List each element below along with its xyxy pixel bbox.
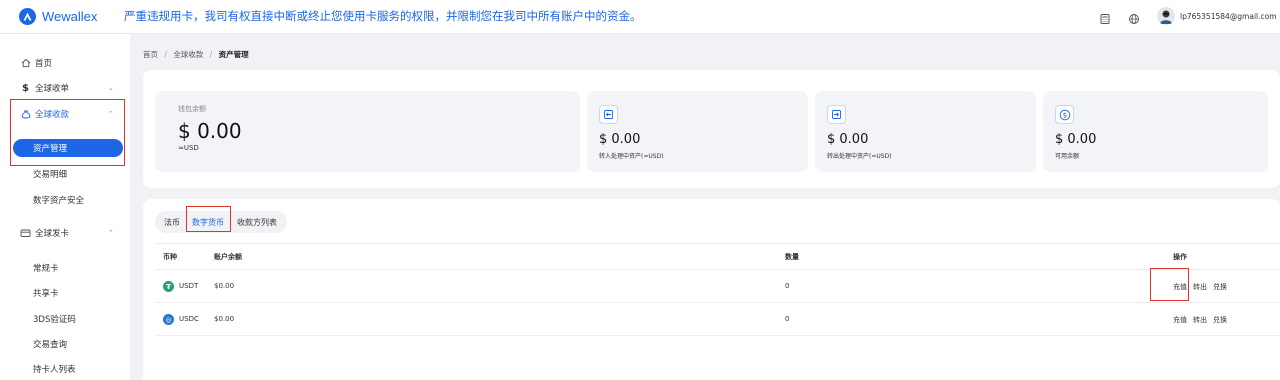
sidebar-item-label: 全球收单 — [35, 84, 70, 94]
tab-payee-list[interactable]: 收款方列表 — [237, 217, 277, 228]
column-header-currency: 币种 — [163, 253, 177, 261]
sidebar-item-label: 首页 — [35, 59, 53, 69]
card-icon — [20, 228, 31, 239]
logo[interactable]: Wewallex — [19, 7, 97, 25]
sidebar: 首页 $ 全球收单 ⌄ 全球收款 ⌃ 资产管理 交易明细 数字资产安全 全球发卡… — [0, 34, 130, 380]
column-header-quantity: 数量 — [785, 253, 799, 261]
transfer-out-card: $ 0.00 转出处理中资产(≈USD) — [815, 91, 1036, 172]
sidebar-item-regular-card[interactable]: 常规卡 — [33, 262, 59, 274]
transfer-out-icon — [827, 105, 846, 124]
transfer-out-button[interactable]: 转出 — [1193, 282, 1207, 292]
dollar-circle-icon: $ — [1055, 105, 1074, 124]
calculator-icon[interactable] — [1099, 10, 1111, 24]
column-header-balance: 账户余额 — [214, 253, 242, 261]
chevron-down-icon: ⌄ — [108, 84, 114, 92]
home-icon — [20, 58, 31, 69]
sidebar-item-shared-card[interactable]: 共享卡 — [33, 287, 59, 299]
sidebar-item-3ds-code[interactable]: 3DS验证码 — [33, 313, 76, 325]
top-bar: Wewallex 严重违规用卡，我司有权直接中断或终止您使用卡服务的权限，并限制… — [0, 0, 1280, 34]
sidebar-item-transaction-query[interactable]: 交易查询 — [33, 338, 67, 350]
tab-fiat[interactable]: 法币 — [164, 217, 180, 228]
user-email: lp765351584@gmail.com — [1180, 11, 1277, 21]
avatar — [1157, 7, 1175, 25]
column-header-actions: 操作 — [1173, 253, 1187, 261]
wallet-balance-unit: ≈USD — [178, 144, 199, 152]
sidebar-item-home[interactable]: 首页 — [0, 52, 130, 74]
asset-table-panel — [143, 199, 1280, 380]
sidebar-item-digital-asset-security[interactable]: 数字资产安全 — [33, 194, 84, 206]
breadcrumb-current: 资产管理 — [218, 50, 249, 59]
quantity-value: 0 — [785, 315, 790, 323]
exchange-button[interactable]: 兑换 — [1213, 315, 1227, 325]
highlight-box — [186, 206, 231, 232]
sidebar-item-cardholder-list[interactable]: 持卡人列表 — [33, 363, 76, 375]
available-balance-label: 可用余额 — [1055, 153, 1080, 160]
exchange-button[interactable]: 兑换 — [1213, 282, 1227, 292]
transfer-in-card: $ 0.00 转入处理中资产(≈USD) — [587, 91, 808, 172]
globe-icon[interactable] — [1128, 10, 1140, 24]
coin-name: USDT — [179, 282, 199, 290]
usdt-icon: ₮ — [163, 281, 174, 292]
sidebar-item-global-collection-order[interactable]: $ 全球收单 ⌄ — [0, 77, 130, 99]
sidebar-item-label: 全球发卡 — [35, 229, 70, 239]
dollar-icon: $ — [22, 82, 29, 94]
recharge-button[interactable]: 充值 — [1173, 315, 1187, 325]
breadcrumb-home[interactable]: 首页 — [143, 50, 158, 59]
wallet-balance-label: 钱包余额 — [178, 105, 206, 113]
notice-banner: 严重违规用卡，我司有权直接中断或终止您使用卡服务的权限，并限制您在我司中所有账户… — [124, 9, 642, 23]
balance-value: $0.00 — [214, 282, 235, 290]
transfer-in-icon — [599, 105, 618, 124]
breadcrumb-parent[interactable]: 全球收款 — [173, 50, 203, 59]
highlight-box — [10, 99, 125, 166]
wallet-balance-value: $ 0.00 — [178, 119, 242, 143]
wewallex-logo-icon — [19, 7, 36, 25]
sidebar-item-transaction-details[interactable]: 交易明细 — [33, 168, 67, 180]
transfer-out-label: 转出处理中资产(≈USD) — [827, 153, 892, 160]
available-balance-card: $ $ 0.00 可用余额 — [1043, 91, 1268, 172]
available-balance-value: $ 0.00 — [1055, 132, 1097, 147]
coin-name: USDC — [179, 315, 199, 323]
app-name: Wewallex — [42, 8, 98, 24]
table-divider — [155, 302, 1280, 303]
breadcrumb: 首页 / 全球收款 / 资产管理 — [143, 49, 249, 60]
svg-text:$: $ — [1062, 111, 1066, 119]
breadcrumb-separator: / — [164, 50, 167, 59]
sidebar-item-global-card[interactable]: 全球发卡 ⌃ — [0, 222, 130, 244]
transfer-out-value: $ 0.00 — [827, 132, 869, 147]
highlight-box — [1150, 268, 1189, 301]
user-menu[interactable]: lp765351584@gmail.com ⌄ — [1157, 6, 1280, 26]
chevron-up-icon: ⌃ — [108, 229, 114, 237]
breadcrumb-separator: / — [209, 50, 213, 59]
transfer-out-button[interactable]: 转出 — [1193, 315, 1207, 325]
transfer-in-label: 转入处理中资产(≈USD) — [599, 153, 664, 160]
transfer-in-value: $ 0.00 — [599, 132, 641, 147]
table-divider — [155, 335, 1280, 336]
wallet-balance-card: 钱包余额 $ 0.00 ≈USD — [155, 91, 580, 172]
quantity-value: 0 — [785, 282, 790, 290]
table-divider — [155, 243, 1280, 244]
table-divider — [155, 269, 1280, 270]
balance-value: $0.00 — [214, 315, 235, 323]
usdc-icon: ◎ — [163, 314, 174, 325]
